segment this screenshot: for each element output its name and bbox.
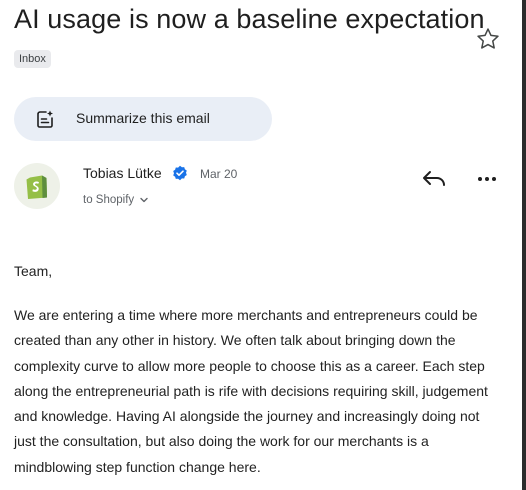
star-button[interactable]	[475, 26, 501, 52]
sender-name[interactable]: Tobias Lütke	[83, 165, 162, 181]
star-outline-icon	[477, 28, 499, 49]
more-options-button[interactable]	[474, 168, 500, 190]
shopify-logo-icon	[26, 175, 47, 199]
recipient-label: to Shopify	[83, 194, 135, 206]
reply-arrow-icon	[423, 171, 445, 186]
email-subject: AI usage is now a baseline expectation	[14, 4, 485, 34]
chevron-down-icon	[140, 197, 149, 203]
window-edge	[522, 0, 526, 490]
more-horizontal-icon	[478, 177, 496, 181]
sender-avatar[interactable]	[14, 163, 60, 209]
summarize-label: Summarize this email	[76, 110, 210, 126]
email-body: Team, We are entering a time where more …	[14, 261, 504, 480]
email-greeting: Team,	[14, 263, 53, 279]
summarize-button[interactable]: Summarize this email	[14, 97, 272, 141]
inbox-label-chip[interactable]: Inbox	[14, 50, 51, 68]
verified-badge-icon	[172, 165, 188, 181]
email-date: Mar 20	[200, 167, 238, 181]
reply-button[interactable]	[420, 166, 448, 192]
summarize-sparkle-icon	[37, 110, 53, 128]
email-paragraph: We are entering a time where more mercha…	[14, 307, 488, 475]
recipient-dropdown[interactable]: to Shopify	[83, 194, 149, 206]
